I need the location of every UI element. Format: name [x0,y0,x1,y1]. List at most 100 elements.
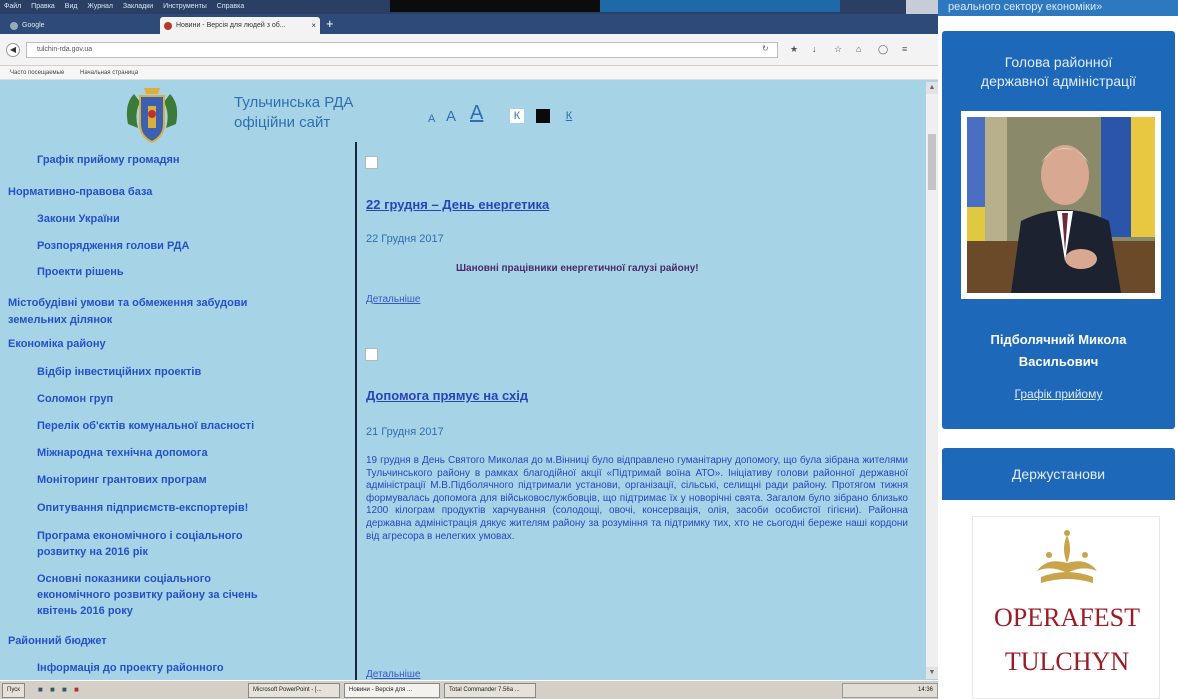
reception-schedule-link[interactable]: Графік прийому [942,387,1175,401]
panel-title: Голова районної державної адміністрації [942,53,1175,91]
scroll-up-icon[interactable]: ▲ [926,82,938,94]
site-title[interactable]: Тульчинська РДА [234,94,353,112]
article-date: 22 Грудня 2017 [366,233,444,245]
bookmark-start[interactable]: Начальная страница [80,70,138,76]
taskbar-powerpoint[interactable]: Microsoft PowerPoint - [... [248,683,340,698]
article-image-placeholder [365,348,378,361]
article-title[interactable]: 22 грудня – День енергетика [366,197,549,212]
star-icon[interactable]: ★ [790,44,798,55]
quick-launch-icon[interactable]: ■ [38,685,43,695]
nav-economy[interactable]: Економіка району [8,336,106,352]
nav-laws[interactable]: Закони України [37,211,120,227]
back-icon[interactable]: ◀ [6,43,20,57]
vertical-scrollbar[interactable]: ▲ ▼ [926,82,938,679]
article-date: 21 Грудня 2017 [366,426,444,438]
url-text: tulchin-rda.gov.ua [37,46,93,53]
url-bar[interactable]: tulchin-rda.gov.ua [26,42,778,58]
district-head-panel: Голова районної державної адміністрації … [942,31,1175,429]
nav-development-program[interactable]: Програма економічного і соціального [37,528,243,544]
article-image-placeholder [365,156,378,169]
nav-district-budget[interactable]: Районний бюджет [8,633,107,649]
nav-urban-conditions[interactable]: Містобудівні умови та обмеження забудови [8,295,247,311]
nav-key-indicators-3[interactable]: квітень 2016 року [37,603,133,619]
nav-key-indicators-2[interactable]: економічного розвитку району за січень [37,587,258,603]
article-title[interactable]: Допомога прямує на схід [366,388,528,403]
institutions-title: Держустанови [942,448,1175,500]
browser-screenshot: Файл Правка Вид Журнал Закладки Инструме… [0,0,938,699]
menu-file[interactable]: Файл [4,3,21,10]
start-button[interactable]: Пуск [2,683,25,698]
menu-icon[interactable]: ≡ [902,44,907,54]
download-icon[interactable]: ↓ [812,44,817,54]
browser-navbar: ◀ tulchin-rda.gov.ua ↻ ★ ↓ ☆ ⌂ ◯ ≡ [0,34,938,66]
nav-investment-selection[interactable]: Відбір інвестиційних проектів [37,364,201,380]
browser-tab-active[interactable]: Новини - Версія для людей з об... × [160,17,320,34]
font-medium-button[interactable]: A [446,108,456,125]
panel-title-line: державної адміністрації [980,73,1137,89]
menu-view[interactable]: Вид [65,3,78,10]
bookmark-icon[interactable]: ☆ [834,44,842,55]
panel-title-line: Голова районної [1004,54,1113,70]
nav-urban-conditions-2[interactable]: земельних ділянок [8,312,112,328]
nav-key-indicators[interactable]: Основні показники соціального [37,571,211,587]
system-tray: 14:36 [842,683,938,698]
bookmark-frequent[interactable]: Часто посещаемые [10,70,64,76]
close-tab-icon[interactable]: × [311,17,316,34]
operafest-banner[interactable]: OPERAFEST TULCHYN [972,516,1160,699]
pocket-icon[interactable]: ◯ [878,44,888,55]
contrast-blue-button[interactable]: К [562,109,576,123]
article-read-more-link[interactable]: Детальніше [366,669,420,680]
article-body: 19 грудня в День Святого Миколая до м.Ві… [366,455,908,542]
nav-technical-assistance[interactable]: Міжнародна технічна допомога [37,445,208,461]
google-favicon-icon [10,22,18,30]
scroll-down-icon[interactable]: ▼ [926,667,938,679]
nav-solomon-group[interactable]: Соломон груп [37,391,113,407]
site-favicon-icon [164,22,172,30]
nav-development-program-2[interactable]: розвитку на 2016 рік [37,544,148,560]
font-small-button[interactable]: A [428,113,435,125]
head-name-line: Підболячний Микола [990,332,1127,347]
new-tab-button[interactable]: + [326,16,334,32]
nav-regulatory-base[interactable]: Нормативно-правова база [8,184,152,200]
os-taskbar: Пуск ■ ■ ■ ■ Microsoft PowerPoint - [...… [0,680,938,699]
tab-title: Google [22,22,45,29]
tab-title: Новини - Версія для людей з об... [176,22,286,29]
sidebar-top-link[interactable]: реального сектору економіки» [938,0,1178,16]
nav-budget-draft-info[interactable]: Інформація до проекту районного [37,660,224,676]
browser-tabbar: Google Новини - Версія для людей з об...… [0,14,938,34]
clock: 14:36 [917,687,933,693]
head-portrait-photo [961,111,1161,299]
operafest-logo-text: TULCHYN [1004,647,1130,676]
nav-communal-property[interactable]: Перелік об'єктів комунальної власності [37,418,254,434]
taskbar-browser[interactable]: Новини - Версія для ... [344,683,440,698]
article-lead: Шановні працівники енергетичної галузі р… [456,263,699,274]
operafest-logo-text: OPERAFEST [994,603,1140,632]
nav-draft-decisions[interactable]: Проекти рішень [37,264,124,280]
nav-head-orders[interactable]: Розпорядження голови РДА [37,238,189,254]
nav-grant-monitoring[interactable]: Моніторинг грантових програм [37,472,207,488]
reload-icon[interactable]: ↻ [762,44,769,53]
contrast-black-button[interactable] [536,109,550,123]
background-window-strip [600,0,840,12]
nav-exporters-survey[interactable]: Опитування підприємств-експортерів! [37,500,248,516]
window-controls[interactable] [906,0,938,14]
menu-bookmarks[interactable]: Закладки [123,3,153,10]
nav-reception-schedule[interactable]: Графік прийому громадян [37,152,180,168]
scrollbar-thumb[interactable] [928,134,936,190]
quick-launch-icon[interactable]: ■ [74,685,79,695]
menu-edit[interactable]: Правка [31,3,55,10]
taskbar-total-commander[interactable]: Total Commander 7.56a ... [444,683,536,698]
operafest-ornament-icon [1037,530,1097,583]
head-name: Підболячний Микола Васильович [942,329,1175,373]
quick-launch-icon[interactable]: ■ [50,685,55,695]
article-read-more-link[interactable]: Детальніше [366,294,420,305]
coat-of-arms-icon[interactable] [120,84,184,148]
browser-tab-google[interactable]: Google [6,17,156,34]
menu-history[interactable]: Журнал [87,3,113,10]
quick-launch-icon[interactable]: ■ [62,685,67,695]
menu-help[interactable]: Справка [217,3,244,10]
font-large-button[interactable]: A [470,102,483,125]
home-icon[interactable]: ⌂ [856,44,861,54]
contrast-white-button[interactable]: К [510,109,524,123]
menu-tools[interactable]: Инструменты [163,3,207,10]
